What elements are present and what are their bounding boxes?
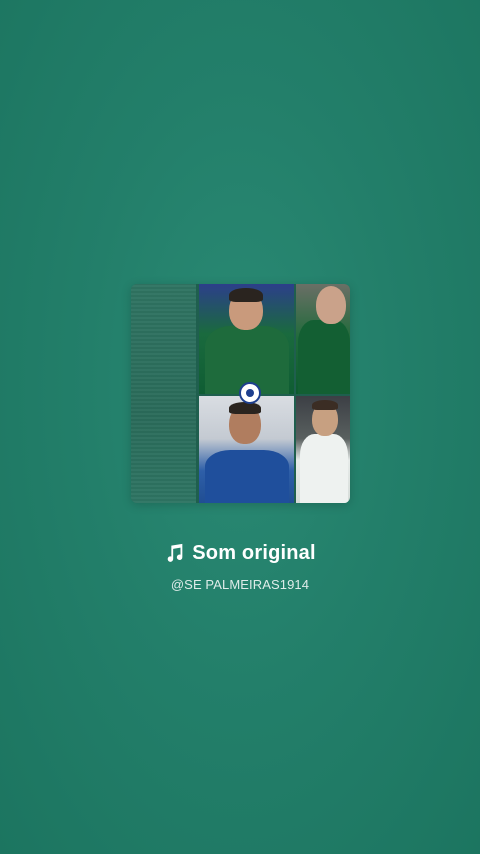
cover-left-panel	[131, 284, 196, 503]
cover-photo-player-1	[199, 284, 294, 394]
music-note-icon	[167, 543, 183, 562]
club-crest-icon	[239, 382, 261, 404]
cover-photo-player-4	[296, 396, 350, 503]
audio-page: Som original @SE PALMEIRAS1914	[0, 0, 480, 854]
cover-divider-horizontal	[199, 394, 350, 396]
cover-photo-player-2	[296, 284, 350, 394]
audio-author-link[interactable]: @SE PALMEIRAS1914	[0, 577, 480, 592]
audio-title: Som original	[192, 541, 316, 564]
cover-divider-vertical	[294, 284, 296, 503]
audio-title-row[interactable]: Som original	[0, 538, 480, 568]
audio-cover-art[interactable]	[131, 284, 350, 503]
cover-photo-player-3	[199, 396, 294, 503]
